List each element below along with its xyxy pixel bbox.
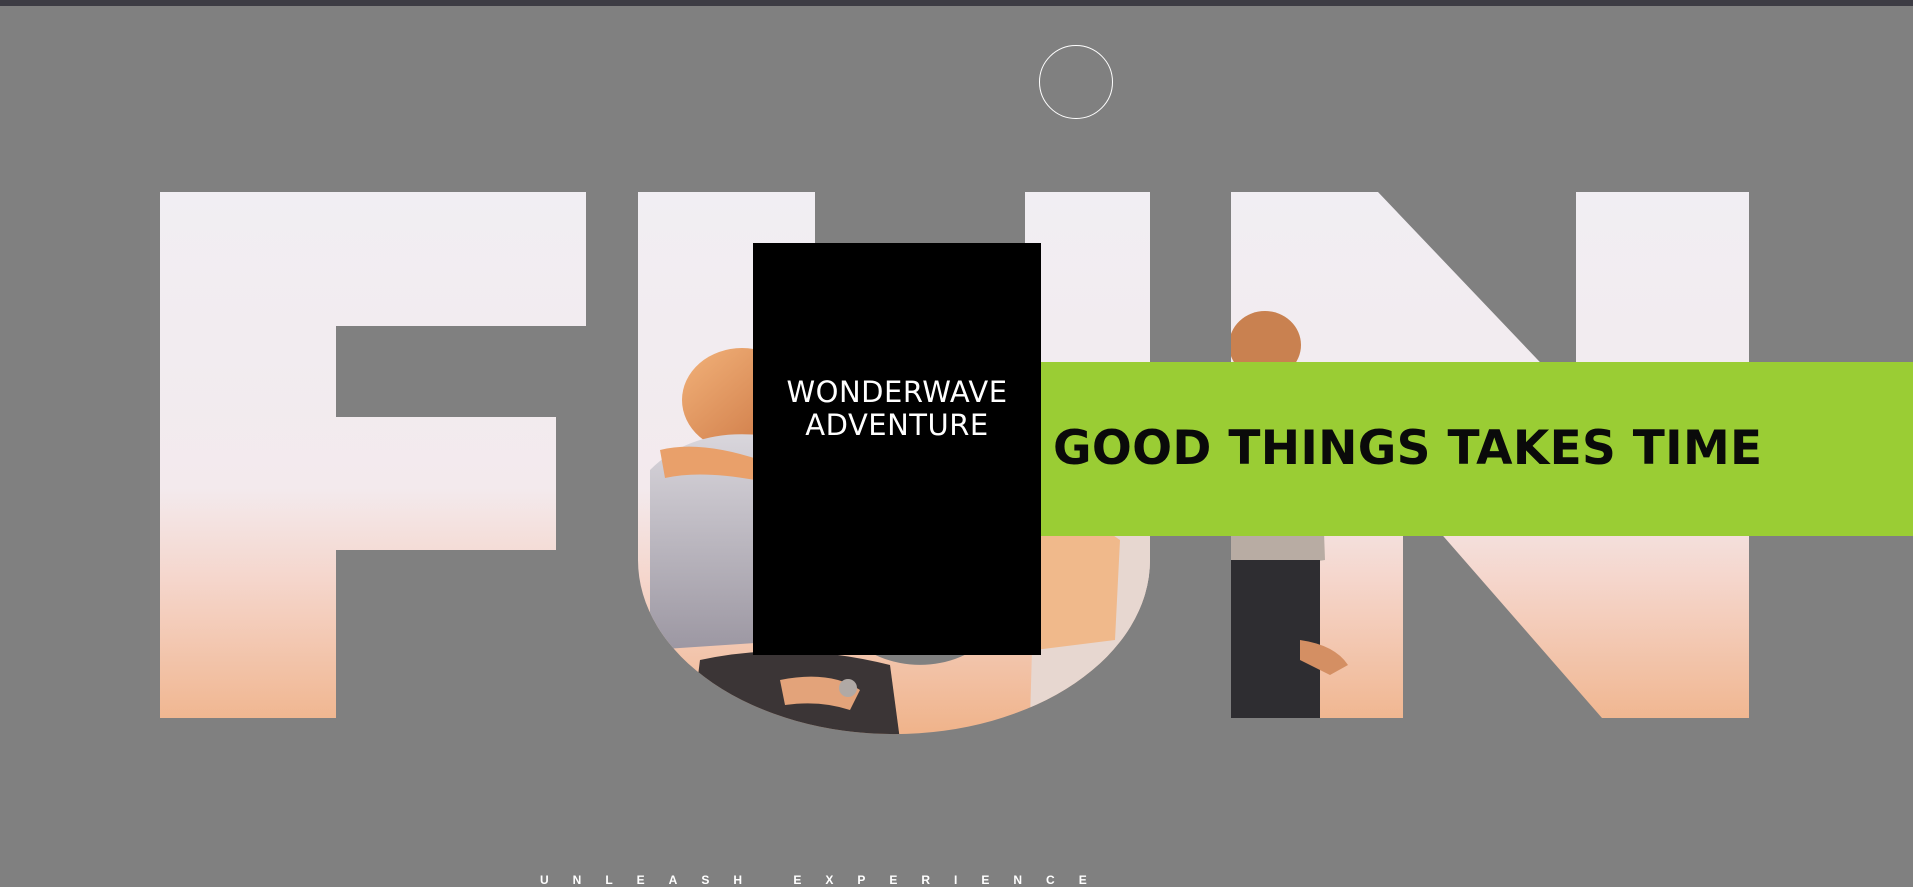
card-title-line2: ADVENTURE (805, 408, 989, 442)
footer-tagline: UNLEASH EXPERIENCE (540, 873, 1111, 887)
tagline-banner: GOOD THINGS TAKES TIME (1041, 362, 1913, 536)
adventure-card[interactable]: WONDERWAVE ADVENTURE (753, 243, 1041, 655)
banner-headline: GOOD THINGS TAKES TIME (1053, 420, 1763, 476)
card-title-line1: WONDERWAVE (786, 375, 1008, 409)
